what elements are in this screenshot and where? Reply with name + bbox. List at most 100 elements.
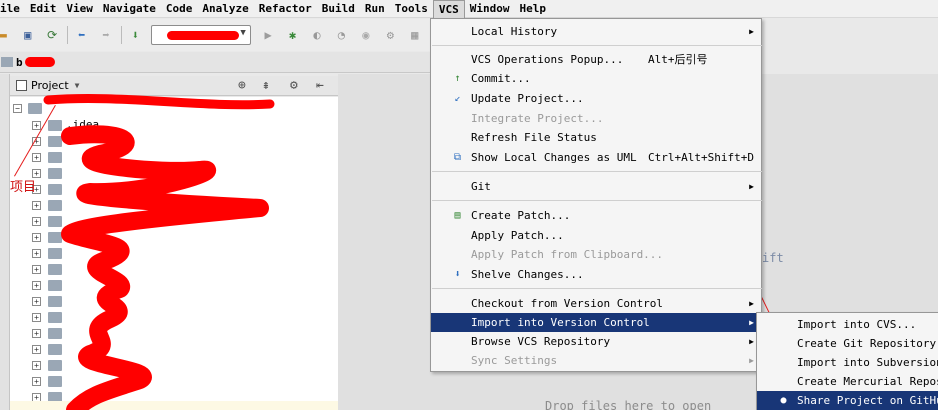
expand-icon[interactable]: + bbox=[32, 249, 41, 258]
menu-item-integrate-project[interactable]: Integrate Project... bbox=[431, 109, 761, 128]
menu-item-commit[interactable]: ↑ Commit... bbox=[431, 69, 761, 88]
tree-item-label: .idea bbox=[66, 118, 100, 131]
submenu-item-create-git-repository[interactable]: Create Git Repository... bbox=[757, 334, 938, 353]
menu-item-import-into-vcs[interactable]: Import into Version Control ▶ bbox=[431, 313, 761, 332]
run-configuration-select[interactable]: ▼ bbox=[150, 25, 251, 45]
expand-icon[interactable]: + bbox=[32, 377, 41, 386]
expand-icon[interactable]: + bbox=[32, 121, 41, 130]
expand-icon[interactable]: + bbox=[32, 361, 41, 370]
folder-icon bbox=[48, 376, 62, 387]
tree-selected-row[interactable] bbox=[10, 401, 338, 410]
sync-icon[interactable]: ⟳ bbox=[43, 25, 61, 45]
submenu-item-import-subversion[interactable]: Import into Subversion... bbox=[757, 353, 938, 372]
tree-item[interactable]: + bbox=[10, 229, 338, 245]
project-view-selector[interactable]: Project bbox=[31, 79, 69, 92]
tree-item[interactable]: + bbox=[10, 261, 338, 277]
expand-icon[interactable]: + bbox=[32, 329, 41, 338]
menu-item-shelve-changes[interactable]: ⬇ Shelve Changes... bbox=[431, 265, 761, 284]
expand-icon[interactable]: + bbox=[32, 201, 41, 210]
chevron-down-icon[interactable]: ▼ bbox=[75, 81, 80, 90]
tree-item[interactable]: + bbox=[10, 309, 338, 325]
menu-code[interactable]: Code bbox=[161, 0, 198, 18]
tree-root[interactable]: − bbox=[10, 100, 338, 116]
settings-icon[interactable]: ⚙ bbox=[381, 25, 399, 45]
expand-icon[interactable]: + bbox=[32, 313, 41, 322]
menu-item-update-project[interactable]: ↙ Update Project... bbox=[431, 89, 761, 108]
tree-item[interactable]: + bbox=[10, 213, 338, 229]
navigation-bar: b bbox=[0, 52, 430, 73]
menu-file[interactable]: ile bbox=[0, 0, 25, 18]
open-folder-icon[interactable]: ▬ bbox=[0, 25, 12, 45]
project-panel-header: Project ▼ ⊕ ⇞ ⚙ ⇤ bbox=[10, 76, 338, 96]
github-icon: ● bbox=[780, 395, 787, 406]
submenu-item-create-mercurial-repository[interactable]: Create Mercurial Reposit bbox=[757, 372, 938, 391]
tree-item[interactable]: + bbox=[10, 277, 338, 293]
menu-item-local-history[interactable]: Local History ▶ bbox=[431, 22, 761, 41]
menu-window[interactable]: Window bbox=[465, 0, 515, 18]
structure-icon[interactable]: ▦ bbox=[406, 25, 424, 45]
menu-refactor[interactable]: Refactor bbox=[254, 0, 317, 18]
expand-icon[interactable]: + bbox=[32, 233, 41, 242]
coverage-icon[interactable]: ◐ bbox=[308, 25, 326, 45]
menu-item-label: Local History bbox=[471, 25, 558, 38]
forward-icon[interactable]: ➡ bbox=[97, 25, 115, 45]
hide-panel-icon[interactable]: ⇤ bbox=[316, 78, 324, 93]
menu-item-apply-patch[interactable]: Apply Patch... bbox=[431, 226, 761, 245]
debug-icon[interactable]: ✱ bbox=[283, 25, 301, 45]
menu-item-git[interactable]: Git ▶ bbox=[431, 177, 761, 196]
save-icon[interactable]: ▣ bbox=[18, 25, 36, 45]
folder-icon bbox=[48, 312, 62, 323]
tree-item[interactable]: + bbox=[10, 325, 338, 341]
menu-analyze[interactable]: Analyze bbox=[197, 0, 253, 18]
submenu-item-import-cvs[interactable]: Import into CVS... bbox=[757, 315, 938, 334]
menu-item-label: Import into CVS... bbox=[797, 318, 917, 331]
locate-icon[interactable]: ⊕ bbox=[238, 78, 246, 93]
tree-item-idea[interactable]: + .idea bbox=[10, 117, 338, 133]
tree-item[interactable]: + bbox=[10, 373, 338, 389]
menu-item-checkout-from-vcs[interactable]: Checkout from Version Control ▶ bbox=[431, 294, 761, 313]
menu-vcs[interactable]: VCS bbox=[432, 0, 465, 19]
tree-item[interactable]: + bbox=[10, 149, 338, 165]
tree-item[interactable]: + bbox=[10, 245, 338, 261]
make-project-icon[interactable]: ⬇ bbox=[126, 25, 144, 45]
expand-icon[interactable]: + bbox=[32, 217, 41, 226]
menu-item-sync-settings[interactable]: Sync Settings ▶ bbox=[431, 351, 761, 370]
menu-view[interactable]: View bbox=[61, 0, 98, 18]
tree-item[interactable]: + bbox=[10, 341, 338, 357]
collapse-icon[interactable]: − bbox=[13, 104, 22, 113]
folder-icon bbox=[48, 184, 62, 195]
expand-icon[interactable]: + bbox=[32, 345, 41, 354]
expand-icon[interactable]: + bbox=[32, 265, 41, 274]
tree-item[interactable]: + bbox=[10, 133, 338, 149]
expand-icon[interactable]: + bbox=[32, 281, 41, 290]
menu-item-show-local-changes-uml[interactable]: ⧉ Show Local Changes as UML Ctrl+Alt+Shi… bbox=[431, 148, 761, 167]
breadcrumb[interactable]: b bbox=[16, 56, 23, 69]
menu-edit[interactable]: Edit bbox=[25, 0, 62, 18]
run-icon[interactable]: ▶ bbox=[259, 25, 277, 45]
annotation-label: 项目 bbox=[10, 180, 37, 195]
tree-item[interactable]: + bbox=[10, 197, 338, 213]
profile-icon[interactable]: ◔ bbox=[332, 25, 350, 45]
submenu-item-share-on-github[interactable]: ● Share Project on GitHub bbox=[757, 391, 938, 410]
gear-icon[interactable]: ⚙ bbox=[290, 78, 298, 93]
menu-build[interactable]: Build bbox=[317, 0, 360, 18]
menu-item-vcs-operations-popup[interactable]: VCS Operations Popup... Alt+后引号 bbox=[431, 50, 761, 69]
expand-icon[interactable]: + bbox=[32, 153, 41, 162]
menu-item-refresh-file-status[interactable]: Refresh File Status bbox=[431, 128, 761, 147]
menu-navigate[interactable]: Navigate bbox=[98, 0, 161, 18]
expand-icon[interactable]: + bbox=[32, 297, 41, 306]
menu-item-browse-vcs-repository[interactable]: Browse VCS Repository ▶ bbox=[431, 332, 761, 351]
menu-help[interactable]: Help bbox=[514, 0, 551, 18]
stop-icon[interactable]: ◉ bbox=[357, 25, 375, 45]
back-icon[interactable]: ⬅ bbox=[72, 25, 90, 45]
tree-item[interactable]: + bbox=[10, 165, 338, 181]
menu-item-apply-patch-clipboard[interactable]: Apply Patch from Clipboard... bbox=[431, 245, 761, 264]
menu-item-create-patch[interactable]: ▤ Create Patch... bbox=[431, 206, 761, 225]
tree-item[interactable]: + bbox=[10, 181, 338, 197]
tree-item[interactable]: + bbox=[10, 293, 338, 309]
tree-item[interactable]: + bbox=[10, 357, 338, 373]
menu-run[interactable]: Run bbox=[360, 0, 390, 18]
menu-tools[interactable]: Tools bbox=[390, 0, 433, 18]
collapse-all-icon[interactable]: ⇞ bbox=[262, 78, 270, 93]
folder-icon bbox=[48, 280, 62, 291]
